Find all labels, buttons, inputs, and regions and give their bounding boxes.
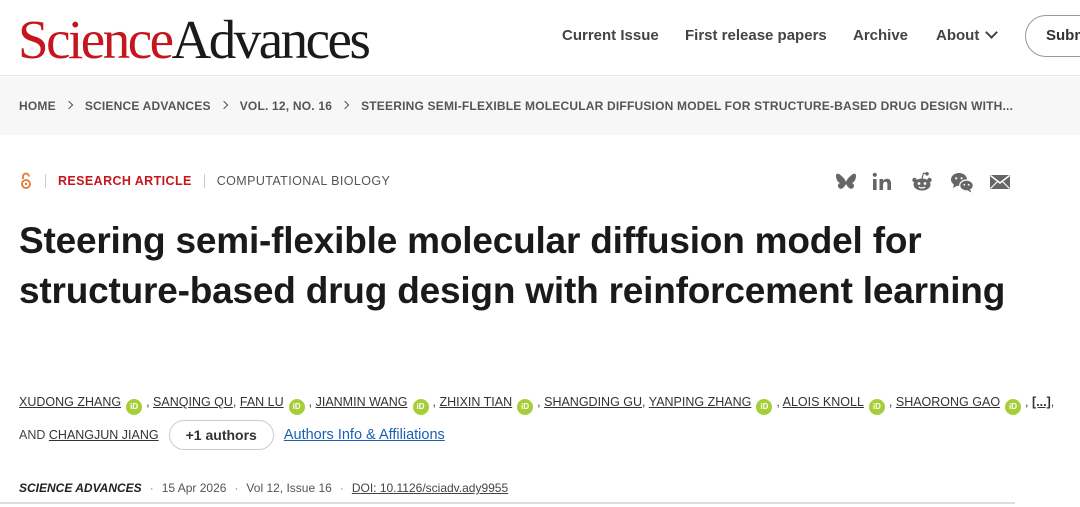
article-subject[interactable]: COMPUTATIONAL BIOLOGY <box>217 174 390 188</box>
author-list: XUDONG ZHANG iD, SANQING QU, FAN LU iD, JI… <box>19 392 1059 415</box>
doi-link[interactable]: DOI: 10.1126/sciadv.ady9955 <box>352 481 508 495</box>
author-link[interactable]: JIANMIN WANG <box>316 395 408 409</box>
orcid-icon[interactable]: iD <box>126 399 143 415</box>
author-link[interactable]: SHAORONG GAO <box>896 395 1000 409</box>
author-link[interactable]: ZHIXIN TIAN <box>439 395 512 409</box>
article-meta: RESEARCH ARTICLE COMPUTATIONAL BIOLOGY <box>19 172 390 190</box>
reddit-icon[interactable] <box>910 170 934 194</box>
author-list-continued: AND CHANGJUN JIANG +1 authors Authors Info… <box>19 420 445 450</box>
open-access-icon <box>21 172 31 189</box>
separator-dot: · <box>149 481 154 495</box>
email-icon[interactable] <box>988 170 1012 194</box>
chevron-right-icon <box>64 100 74 110</box>
divider <box>45 174 46 188</box>
linkedin-icon[interactable] <box>870 170 894 194</box>
bluesky-icon[interactable] <box>834 170 858 194</box>
publication-info: SCIENCE ADVANCES · 15 Apr 2026 · Vol 12, Iss… <box>19 481 508 495</box>
separator-dot: · <box>339 481 344 495</box>
author-link[interactable]: SANQING QU <box>153 395 233 409</box>
orcid-icon[interactable]: iD <box>756 399 773 415</box>
chevron-right-icon <box>219 100 228 110</box>
nav-first-release-papers[interactable]: First release papers <box>685 26 827 46</box>
orcid-icon[interactable]: iD <box>517 399 534 415</box>
author-link[interactable]: FAN LU <box>240 395 284 409</box>
breadcrumb-home[interactable]: HOME <box>19 99 56 113</box>
nav-archive[interactable]: Archive <box>853 26 908 46</box>
submit-manuscript-button[interactable]: Submit manuscript <box>1025 15 1080 57</box>
article-type: RESEARCH ARTICLE <box>58 174 192 188</box>
nav-about[interactable]: About <box>936 26 999 46</box>
publication-date: 15 Apr 2026 <box>161 481 227 495</box>
breadcrumb-current: STEERING SEMI-FLEXIBLE MOLECULAR DIFFUSI… <box>361 98 1014 113</box>
journal-logo[interactable]: ScienceAdvances <box>18 10 371 70</box>
author-link[interactable]: ALOIS KNOLL <box>783 395 864 409</box>
chevron-right-icon <box>340 100 350 110</box>
breadcrumb: HOME SCIENCE ADVANCES VOL. 12, NO. 16 STEER… <box>19 98 1013 113</box>
expand-authors-ellipsis[interactable]: [...] <box>1032 395 1051 409</box>
author-link[interactable]: XUDONG ZHANG <box>19 395 121 409</box>
breadcrumb-issue[interactable]: VOL. 12, NO. 16 <box>240 99 332 113</box>
affiliations-link[interactable]: Authors Info & Affiliations <box>284 427 445 443</box>
divider <box>203 174 205 188</box>
author-link[interactable]: CHANGJUN JIANG <box>49 428 159 442</box>
breadcrumb-bar: HOME SCIENCE ADVANCES VOL. 12, NO. 16 STEER… <box>0 77 1080 135</box>
breadcrumb-journal[interactable]: SCIENCE ADVANCES <box>85 99 211 113</box>
orcid-icon[interactable]: iD <box>1005 399 1022 415</box>
orcid-icon[interactable]: iD <box>412 399 429 415</box>
site-header: ScienceAdvances Current Issue First rele… <box>0 0 1080 76</box>
volume-issue[interactable]: Vol 12, Issue 16 <box>246 481 331 495</box>
more-authors-button[interactable]: +1 authors <box>168 420 274 450</box>
divider <box>0 502 1015 504</box>
author-link[interactable]: SHANGDING GU <box>544 395 642 409</box>
wechat-icon[interactable] <box>950 170 974 194</box>
orcid-icon[interactable]: iD <box>288 399 305 415</box>
orcid-icon[interactable]: iD <box>868 399 885 415</box>
chevron-down-icon <box>985 26 999 39</box>
nav-about-label: About <box>936 27 980 44</box>
journal-name[interactable]: SCIENCE ADVANCES <box>19 481 142 495</box>
and-label: AND CHANGJUN JIANG <box>19 428 159 442</box>
separator-dot: · <box>234 481 239 495</box>
nav-current-issue[interactable]: Current Issue <box>562 26 659 46</box>
author-link[interactable]: YANPING ZHANG <box>649 395 752 409</box>
article-title: Steering semi-flexible molecular diffusi… <box>19 220 1006 311</box>
